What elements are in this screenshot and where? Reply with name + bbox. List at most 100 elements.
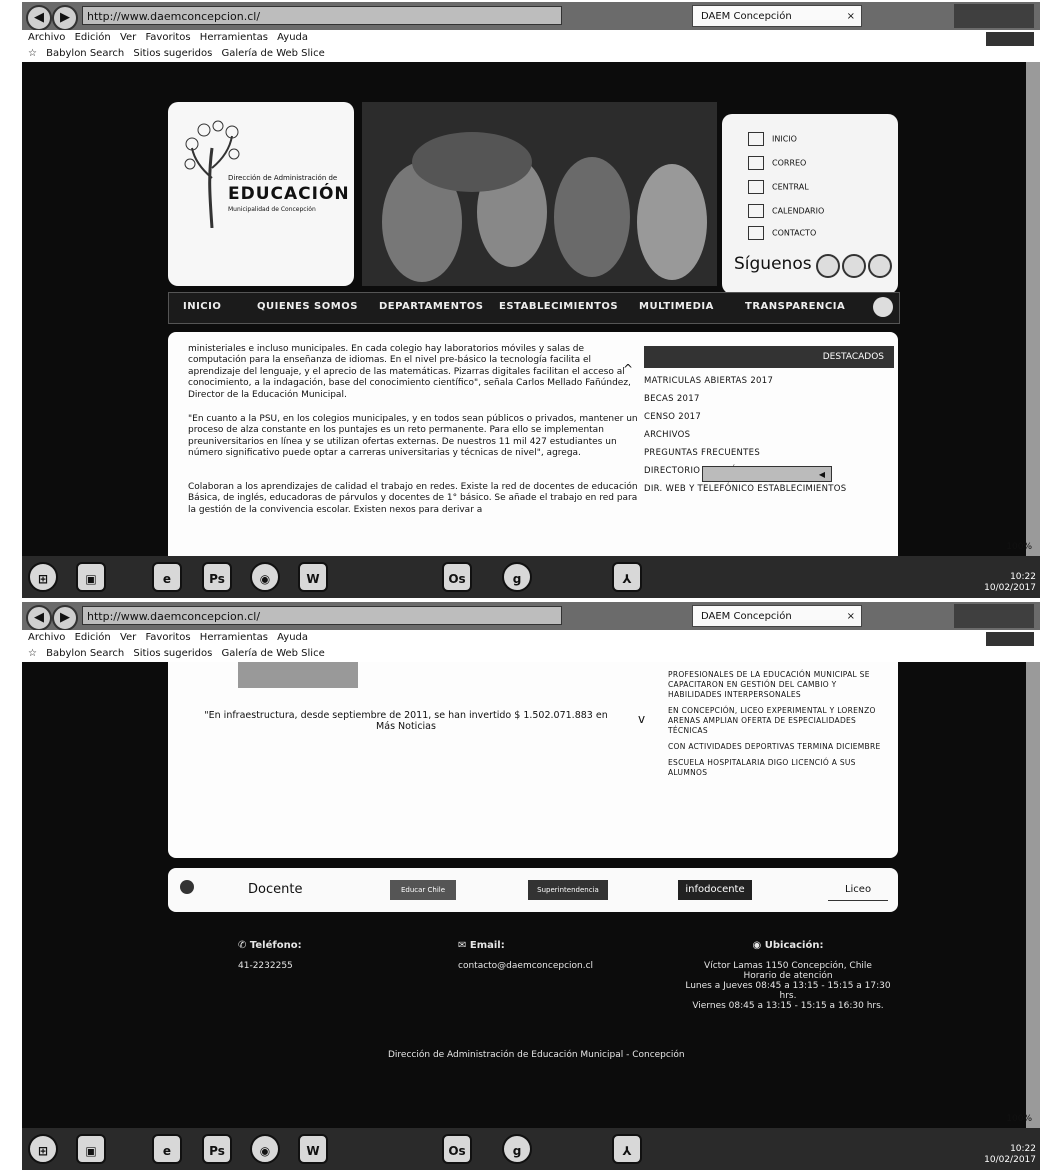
partner-infodocente[interactable]: infodocente [678, 880, 752, 900]
menu-favoritos[interactable]: Favoritos [145, 632, 190, 643]
mail-icon [748, 156, 764, 170]
nav-multimedia[interactable]: MULTIMEDIA [639, 301, 714, 312]
nav-inicio[interactable]: INICIO [183, 301, 221, 312]
back-button[interactable]: ◀ [26, 5, 52, 31]
fav-babylon[interactable]: Babylon Search [46, 48, 124, 59]
browser-tab[interactable]: DAEM Concepción × [692, 5, 862, 27]
taskbar-app3-icon[interactable]: g [502, 1134, 532, 1164]
menu-edicion[interactable]: Edición [75, 632, 111, 643]
search-icon[interactable] [873, 297, 893, 317]
nav-departamentos[interactable]: DEPARTAMENTOS [379, 301, 484, 312]
menu-ver[interactable]: Ver [120, 632, 136, 643]
news-item[interactable]: ESCUELA HOSPITALARIA DIGO LICENCIÓ A SUS… [668, 758, 888, 778]
menu-edicion[interactable]: Edición [75, 32, 111, 43]
taskbar: 100% ⊞ ▣ e Ps ◉ W Os g ⅄ 10:22 10/02/2017 [22, 542, 1040, 598]
taskbar-app-icon[interactable]: ▣ [76, 1134, 106, 1164]
menu-herramientas[interactable]: Herramientas [200, 632, 268, 643]
menu-ver[interactable]: Ver [120, 32, 136, 43]
taskbar-app2-icon[interactable]: Os [442, 1134, 472, 1164]
taskbar-acrobat-icon[interactable]: ⅄ [612, 562, 642, 592]
facebook-icon[interactable] [816, 254, 840, 278]
daem-logo[interactable]: Dirección de Administración de EDUCACIÓN… [168, 102, 354, 286]
menu-herramientas[interactable]: Herramientas [200, 32, 268, 43]
tab-close-icon[interactable]: × [847, 606, 855, 628]
fav-sitios[interactable]: Sitios sugeridos [133, 648, 212, 659]
sidebar-link-preguntas[interactable]: PREGUNTAS FRECUENTES [644, 448, 894, 458]
more-news-link[interactable]: Más Noticias [186, 721, 626, 732]
partner-superintendencia[interactable]: Superintendencia [528, 880, 608, 900]
quick-contacto[interactable]: CONTACTO [748, 226, 816, 240]
taskbar-ie-icon[interactable]: e [152, 562, 182, 592]
chevron-up-icon[interactable]: ^ [623, 362, 633, 376]
menu-ayuda[interactable]: Ayuda [277, 632, 308, 643]
taskbar-app2-icon[interactable]: Os [442, 562, 472, 592]
forward-button[interactable]: ▶ [52, 605, 78, 631]
clock[interactable]: 10:22 10/02/2017 [984, 1144, 1036, 1166]
quick-calendario[interactable]: CALENDARIO [748, 204, 824, 218]
fav-babylon[interactable]: Babylon Search [46, 648, 124, 659]
taskbar-chrome-icon[interactable]: ◉ [250, 1134, 280, 1164]
sidebar-link-archivos[interactable]: ARCHIVOS [644, 430, 894, 440]
forward-button[interactable]: ▶ [52, 5, 78, 31]
news-item[interactable]: PROFESIONALES DE LA EDUCACIÓN MUNICIPAL … [668, 670, 888, 700]
star-icon[interactable]: ☆ [28, 48, 37, 59]
taskbar-word-icon[interactable]: W [298, 1134, 328, 1164]
window-controls[interactable] [954, 604, 1034, 628]
zoom-level[interactable]: 100% [1006, 1114, 1032, 1124]
sidebar-link-becas[interactable]: BECAS 2017 [644, 394, 894, 404]
tab-close-icon[interactable]: × [847, 6, 855, 28]
logo-line1: Dirección de Administración de [228, 174, 338, 182]
fav-galeria[interactable]: Galería de Web Slice [222, 48, 325, 59]
nav-transparencia[interactable]: TRANSPARENCIA [745, 301, 845, 312]
partner-educar[interactable]: Educar Chile [390, 880, 456, 900]
taskbar-ie-icon[interactable]: e [152, 1134, 182, 1164]
address-bar[interactable]: http://www.daemconcepcion.cl/ [82, 606, 562, 625]
taskbar-photoshop-icon[interactable]: Ps [202, 562, 232, 592]
back-button[interactable]: ◀ [26, 605, 52, 631]
news-item[interactable]: EN CONCEPCIÓN, LICEO EXPERIMENTAL Y LORE… [668, 706, 888, 736]
twitter-icon[interactable] [842, 254, 866, 278]
quick-correo[interactable]: CORREO [748, 156, 806, 170]
partner-docente[interactable]: Docente [248, 880, 302, 900]
sidebar-link-censo[interactable]: CENSO 2017 [644, 412, 894, 422]
quick-inicio[interactable]: INICIO [748, 132, 797, 146]
address-bar[interactable]: http://www.daemconcepcion.cl/ [82, 6, 562, 25]
clock[interactable]: 10:22 10/02/2017 [984, 572, 1036, 594]
taskbar-app-icon[interactable]: ▣ [76, 562, 106, 592]
star-icon[interactable]: ☆ [28, 648, 37, 659]
footer-email: ✉ Email: contacto@daemconcepcion.cl [458, 940, 594, 971]
menu-bar: Archivo Edición Ver Favoritos Herramient… [22, 630, 1040, 646]
sidebar-link-matriculas[interactable]: MATRICULAS ABIERTAS 2017 [644, 376, 894, 386]
web-page: "En infraestructura, desde septiembre de… [22, 662, 1026, 1128]
chevron-down-icon[interactable]: v [638, 712, 645, 726]
vertical-scrollbar[interactable] [1026, 662, 1040, 1128]
start-button[interactable]: ⊞ [28, 562, 58, 592]
window-controls[interactable] [954, 4, 1034, 28]
taskbar-word-icon[interactable]: W [298, 562, 328, 592]
taskbar-photoshop-icon[interactable]: Ps [202, 1134, 232, 1164]
quick-central[interactable]: CENTRAL [748, 180, 809, 194]
vertical-scrollbar[interactable] [1026, 62, 1040, 556]
nav-quienes-somos[interactable]: QUIENES SOMOS [257, 301, 358, 312]
pointer-arrow-icon: ◀ [702, 466, 832, 482]
youtube-icon[interactable] [868, 254, 892, 278]
start-button[interactable]: ⊞ [28, 1134, 58, 1164]
taskbar-chrome-icon[interactable]: ◉ [250, 562, 280, 592]
fav-sitios[interactable]: Sitios sugeridos [133, 48, 212, 59]
menu-ayuda[interactable]: Ayuda [277, 32, 308, 43]
taskbar-app3-icon[interactable]: g [502, 562, 532, 592]
zoom-level[interactable]: 100% [1006, 542, 1032, 552]
news-item[interactable]: CON ACTIVIDADES DEPORTIVAS TERMINA DICIE… [668, 742, 888, 752]
taskbar-acrobat-icon[interactable]: ⅄ [612, 1134, 642, 1164]
partner-liceo[interactable]: Liceo [828, 880, 888, 901]
browser-tab[interactable]: DAEM Concepción × [692, 605, 862, 627]
menu-archivo[interactable]: Archivo [28, 632, 65, 643]
footer-email-link[interactable]: contacto@daemconcepcion.cl [458, 961, 593, 971]
menu-archivo[interactable]: Archivo [28, 32, 65, 43]
fav-galeria[interactable]: Galería de Web Slice [222, 648, 325, 659]
content-area: "En infraestructura, desde septiembre de… [168, 662, 898, 858]
menu-favoritos[interactable]: Favoritos [145, 32, 190, 43]
nav-establecimientos[interactable]: ESTABLECIMIENTOS [499, 301, 618, 312]
tab-title: DAEM Concepción [701, 611, 792, 622]
sidebar-link-establecimientos[interactable]: DIR. WEB Y TELEFÓNICO ESTABLECIMIENTOS [644, 484, 894, 494]
